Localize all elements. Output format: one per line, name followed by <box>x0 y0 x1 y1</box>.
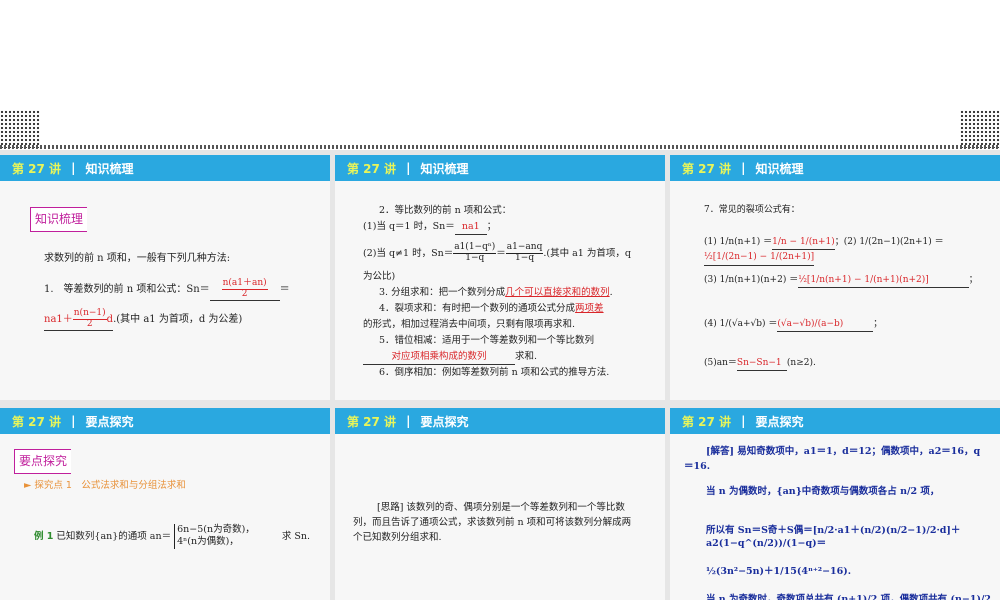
lecture-number: 第 27 讲 <box>347 414 397 429</box>
text-line: 5．错位相减：适用于一个等差数列和一个等比数列 <box>379 335 595 346</box>
slide-header: 第 27 讲 | 要点探究 <box>670 408 1000 434</box>
formula-line: (1) 1/n(n+1) ＝1/n − 1/(n+1)；(2) 1/(2n−1)… <box>704 235 1000 266</box>
section-tag: 知识梳理 <box>30 207 88 233</box>
section-title: 要点探究 <box>420 414 469 429</box>
lecture-number: 第 27 讲 <box>682 161 732 176</box>
slide-header: 第 27 讲 | 知识梳理 <box>0 155 330 181</box>
slide-thumbnail-2[interactable]: 第 27 讲 | 知识梳理 2．等比数列的前 n 项和公式： (1)当 q＝1 时，… <box>335 155 665 400</box>
dotted-divider <box>0 145 1000 149</box>
solution-line: 所以有 Sn＝S奇＋S偶＝[n/2·a1＋(n/2)(n/2−1)/2·d]＋a… <box>706 525 961 550</box>
solution-line: [解答] 易知奇数项中，a1＝1，d＝12；偶数项中，a2＝16，q＝16. <box>684 446 981 473</box>
dotted-corner-left <box>0 110 40 148</box>
text-line: 的形式，相加过程消去中间项，只剩有限项再求和. <box>363 319 576 330</box>
text-line: (2)当 q≠1 时，Sn＝ a1(1−qⁿ) 1−q ＝ a1−anq 1−q .(其中 … <box>363 242 631 263</box>
lecture-number: 第 27 讲 <box>682 414 732 429</box>
slide-thumbnail-4[interactable]: 第 27 讲 | 要点探究 要点探究 ► 探究点 1 公式法求和与分组法求和 例 1… <box>0 408 330 600</box>
formula-line: (5)an＝Sn−Sn−1 (n≥2). <box>704 356 816 372</box>
slide-thumbnail-5[interactable]: 第 27 讲 | 要点探究 [思路] 该数列的奇、偶项分别是一个等差数列和一个等比数… <box>335 408 665 600</box>
lecture-number: 第 27 讲 <box>12 414 62 429</box>
slide-header: 第 27 讲 | 知识梳理 <box>670 155 1000 181</box>
text-line: (1)当 q＝1 时，Sn＝ na1； <box>363 219 496 236</box>
formula-line: (3) 1/n(n+1)(n+2) ＝½[1/n(n+1) − 1/(n+1)(… <box>704 273 978 289</box>
solution-line: 当 n 为偶数时，{an}中奇数项与偶数项各占 n/2 项， <box>706 486 940 497</box>
formula-line-1: 1. 等差数列的前 n 项和公式：Sn＝ n(a1＋an) 2 ＝ <box>44 278 290 301</box>
text-line: 7．常见的裂项公式有： <box>704 205 800 215</box>
section-title: 要点探究 <box>85 414 134 429</box>
slide-thumbnail-6[interactable]: 第 27 讲 | 要点探究 [解答] 易知奇数项中，a1＝1，d＝12；偶数项中，a… <box>670 408 1000 600</box>
solution-line: 当 n 为奇数时，奇数项总共有 (n+1)/2 项，偶数项共有 (n−1)/2 <box>706 594 992 600</box>
lecture-number: 第 27 讲 <box>12 161 62 176</box>
dotted-corner-right <box>960 110 1000 148</box>
text-line: 4．裂项求和：有时把一个数列的通项公式分成两项差 <box>379 303 604 314</box>
section-tag: 要点探究 <box>14 449 72 475</box>
slide-header: 第 27 讲 | 要点探究 <box>335 408 665 434</box>
text-line: 3. 分组求和：把一个数列分成几个可以直接求和的数列. <box>379 287 613 298</box>
example-line: 例 1 已知数列{an}的通项 an＝ 6n−5(n为奇数)， 4ⁿ(n为偶数)，求 … <box>34 524 310 549</box>
exploration-point-heading: ► 探究点 1 公式法求和与分组法求和 <box>24 480 186 491</box>
hint-text: [思路] 该数列的奇、偶项分别是一个等差数列和一个等比数列，而且告诉了通项公式，… <box>353 502 632 544</box>
formula-line-2: na1＋ n(n−1) 2 d.(其中 a1 为首项，d 为公差) <box>44 308 243 331</box>
slide-header: 第 27 讲 | 要点探究 <box>0 408 330 434</box>
slide-thumbnail-1[interactable]: 第 27 讲 | 知识梳理 知识梳理 求数列的前 n 项和，一般有下列几种方法: 1… <box>0 155 330 400</box>
text-line: 6．倒序相加：例如等差数列前 n 项和公式的推导方法. <box>379 367 610 378</box>
section-title: 知识梳理 <box>85 161 134 176</box>
section-title: 知识梳理 <box>755 161 804 176</box>
slide-thumbnail-3[interactable]: 第 27 讲 | 知识梳理 7．常见的裂项公式有： (1) 1/n(n+1) ＝1/… <box>670 155 1000 400</box>
top-area <box>0 0 1000 150</box>
section-title: 要点探究 <box>755 414 804 429</box>
slide-header: 第 27 讲 | 知识梳理 <box>335 155 665 181</box>
text-line: 2．等比数列的前 n 项和公式： <box>379 205 512 216</box>
solution-line: ½(3n²−5n)＋1/15(4ⁿ⁺²−16). <box>706 566 852 577</box>
text-line: 为公比) <box>363 271 396 282</box>
formula-line: (4) 1/(√a+√b) ＝(√a−√b)/(a−b)； <box>704 317 882 333</box>
intro-text: 求数列的前 n 项和，一般有下列几种方法: <box>44 253 231 264</box>
lecture-number: 第 27 讲 <box>347 161 397 176</box>
section-title: 知识梳理 <box>420 161 469 176</box>
text-line: 对应项相乘构成的数列 求和. <box>363 349 537 366</box>
